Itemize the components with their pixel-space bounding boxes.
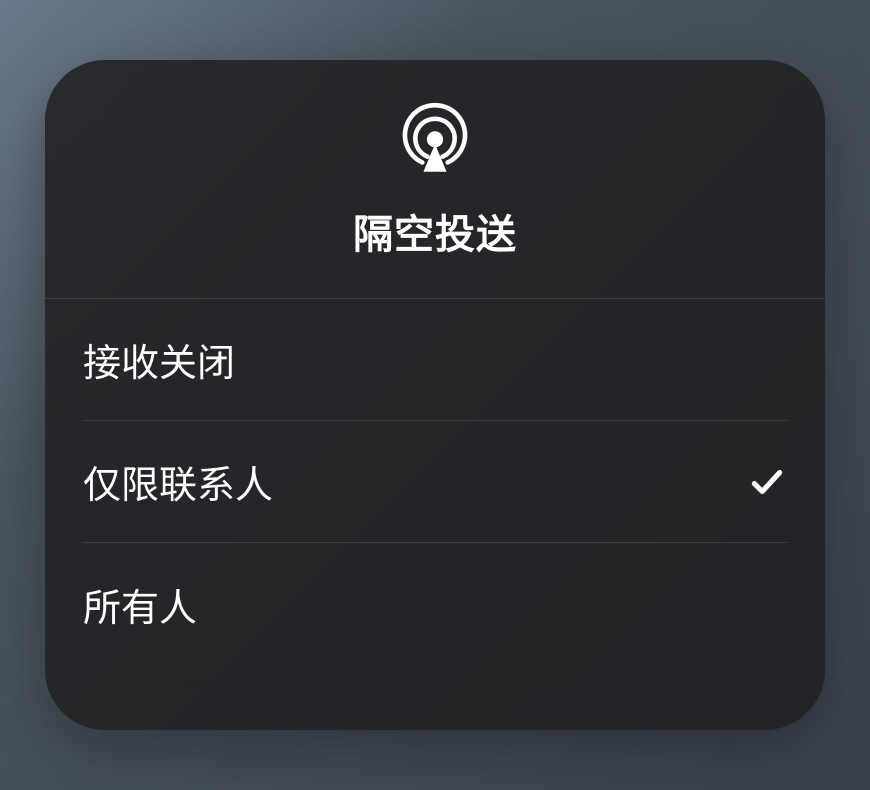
option-contacts-only[interactable]: 仅限联系人: [83, 421, 787, 543]
options-list: 接收关闭 仅限联系人 所有人: [45, 299, 825, 730]
airdrop-icon: [398, 100, 472, 174]
option-everyone[interactable]: 所有人: [83, 543, 787, 665]
option-label: 所有人: [83, 577, 197, 632]
option-receiving-off[interactable]: 接收关闭: [83, 299, 787, 421]
option-label: 仅限联系人: [83, 454, 273, 509]
panel-header: 隔空投送: [45, 60, 825, 299]
panel-title: 隔空投送: [353, 202, 517, 260]
option-label: 接收关闭: [83, 332, 235, 387]
checkmark-icon: [747, 462, 787, 502]
airdrop-panel: 隔空投送 接收关闭 仅限联系人 所有人: [45, 60, 825, 730]
